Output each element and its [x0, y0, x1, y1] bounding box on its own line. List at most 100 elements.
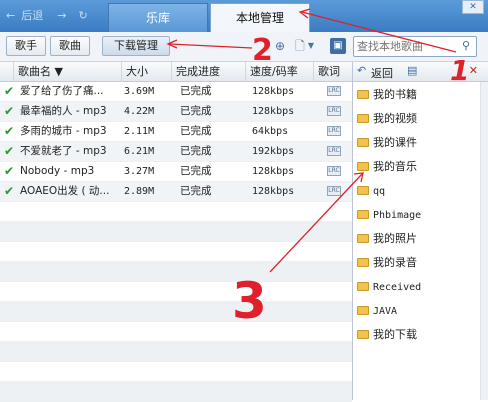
empty-row [0, 302, 352, 322]
header-progress[interactable]: 完成进度 [172, 62, 246, 82]
folder-label: 我的书籍 [373, 88, 417, 101]
folder-item[interactable]: 我的书籍 [357, 86, 417, 104]
table-row[interactable]: ✔ 不爱就老了 - mp3 6.21M 已完成 192kbps LRC [0, 142, 352, 162]
song-rate: 128kbps [252, 106, 295, 117]
lyrics-icon[interactable]: LRC [327, 86, 341, 96]
song-name: AOAEO出发 ( 动... [20, 185, 110, 197]
empty-row [0, 362, 352, 382]
check-icon: ✔ [4, 124, 15, 138]
song-status: 已完成 [180, 185, 212, 197]
table-row[interactable]: ✔ Nobody - mp3 3.27M 已完成 128kbps LRC [0, 162, 352, 182]
refresh-icon[interactable]: ↻ [78, 9, 87, 22]
title-bar: ← 后退 → ↻ 乐库 本地管理 ✕ [0, 0, 488, 32]
song-name: 爱了给了伤了痛... [20, 85, 104, 97]
up-folder-icon[interactable]: ↶ [357, 64, 366, 77]
song-rate: 192kbps [252, 146, 295, 157]
table-row[interactable]: ✔ 最幸福的人 - mp3 4.22M 已完成 128kbps LRC [0, 102, 352, 122]
folder-panel: ↶ 返回 ▤ ✕ 我的书籍 我的视频 我的课件 我的音乐 qq Phbimage… [352, 62, 488, 400]
lyrics-icon[interactable]: LRC [327, 166, 341, 176]
song-size: 2.89M [124, 186, 155, 197]
folder-item[interactable]: 我的照片 [357, 230, 417, 248]
lyrics-icon[interactable]: LRC [327, 186, 341, 196]
folder-icon [357, 210, 369, 219]
song-status: 已完成 [180, 125, 212, 137]
empty-row [0, 222, 352, 242]
back-arrow-icon[interactable]: ← [6, 9, 15, 22]
folder-icon [357, 234, 369, 243]
folder-icon [357, 138, 369, 147]
song-rate: 128kbps [252, 166, 295, 177]
lyrics-icon[interactable]: LRC [327, 126, 341, 136]
folder-label: 我的课件 [373, 136, 417, 149]
forward-arrow-icon[interactable]: → [57, 9, 66, 22]
song-list: 歌曲名 ▼ 大小 完成进度 速度/码率 歌词 ✔ 爱了给了伤了痛... 3.69… [0, 62, 352, 402]
folder-scrollbar[interactable] [480, 82, 488, 400]
header-rate[interactable]: 速度/码率 [246, 62, 314, 82]
folder-label: Phbimage [373, 210, 422, 221]
search-box: ⚲ [353, 36, 477, 57]
folder-item[interactable]: Phbimage [357, 206, 421, 224]
header-size[interactable]: 大小 [122, 62, 172, 82]
folder-label: 我的下载 [373, 328, 417, 341]
song-status: 已完成 [180, 145, 212, 157]
folder-item[interactable]: 我的音乐 [357, 158, 417, 176]
save-icon[interactable]: ▣ [330, 38, 346, 54]
empty-row [0, 282, 352, 302]
folder-label: qq [373, 186, 386, 197]
header-lyrics[interactable]: 歌词 [314, 62, 352, 82]
folder-item[interactable]: 我的视频 [357, 110, 417, 128]
add-icon[interactable]: ⊕ [272, 38, 288, 54]
folder-item[interactable]: 我的下载 [357, 326, 417, 344]
download-manager-button[interactable]: 下载管理 [102, 36, 170, 56]
back-button[interactable]: 后退 [21, 7, 43, 23]
folder-icon [357, 90, 369, 99]
folder-item[interactable]: 我的课件 [357, 134, 417, 152]
song-status: 已完成 [180, 165, 212, 177]
folder-label: 我的录音 [373, 256, 417, 269]
search-input[interactable] [357, 39, 457, 54]
table-row[interactable]: ✔ AOAEO出发 ( 动... 2.89M 已完成 128kbps LRC [0, 182, 352, 202]
folder-item[interactable]: JAVA [357, 302, 397, 320]
song-rate: 64kbps [252, 126, 289, 137]
singer-button[interactable]: 歌手 [6, 36, 46, 56]
header-check-column [0, 62, 14, 82]
table-row[interactable]: ✔ 爱了给了伤了痛... 3.69M 已完成 128kbps LRC [0, 82, 352, 102]
empty-row [0, 342, 352, 362]
header-song-name[interactable]: 歌曲名 ▼ [14, 62, 122, 82]
folder-icon [357, 114, 369, 123]
folder-icon [357, 306, 369, 315]
chevron-down-icon[interactable]: ▼ [306, 38, 316, 54]
folder-label: 我的音乐 [373, 160, 417, 173]
song-rate: 128kbps [252, 86, 295, 97]
tab-local-management[interactable]: 本地管理 [210, 3, 310, 32]
folder-icon [357, 258, 369, 267]
search-icon[interactable]: ⚲ [459, 39, 473, 53]
empty-row [0, 202, 352, 222]
folder-icon [357, 186, 369, 195]
toolbar: 歌手 歌曲 下载管理 ⊕ 🗋 ▼ ▣ ⚲ [0, 32, 488, 62]
folder-back-button[interactable]: 返回 [371, 65, 393, 81]
song-size: 6.21M [124, 146, 155, 157]
folder-label: JAVA [373, 306, 398, 317]
song-size: 4.22M [124, 106, 155, 117]
check-icon: ✔ [4, 84, 15, 98]
lyrics-icon[interactable]: LRC [327, 106, 341, 116]
folder-item[interactable]: Received [357, 278, 421, 296]
folder-item[interactable]: qq [357, 182, 385, 200]
close-icon[interactable]: ✕ [462, 0, 484, 14]
song-button[interactable]: 歌曲 [50, 36, 90, 56]
table-row[interactable]: ✔ 多雨的城市 - mp3 2.11M 已完成 64kbps LRC [0, 122, 352, 142]
folder-label: 我的视频 [373, 112, 417, 125]
song-status: 已完成 [180, 85, 212, 97]
folder-item[interactable]: 我的录音 [357, 254, 417, 272]
folder-icon [357, 162, 369, 171]
song-status: 已完成 [180, 105, 212, 117]
lyrics-icon[interactable]: LRC [327, 146, 341, 156]
check-icon: ✔ [4, 144, 15, 158]
empty-row [0, 322, 352, 342]
song-size: 2.11M [124, 126, 155, 137]
folder-action-icon[interactable]: ▤ [407, 64, 417, 77]
empty-row [0, 262, 352, 282]
close-panel-icon[interactable]: ✕ [469, 64, 478, 77]
tab-music-library[interactable]: 乐库 [108, 3, 208, 32]
